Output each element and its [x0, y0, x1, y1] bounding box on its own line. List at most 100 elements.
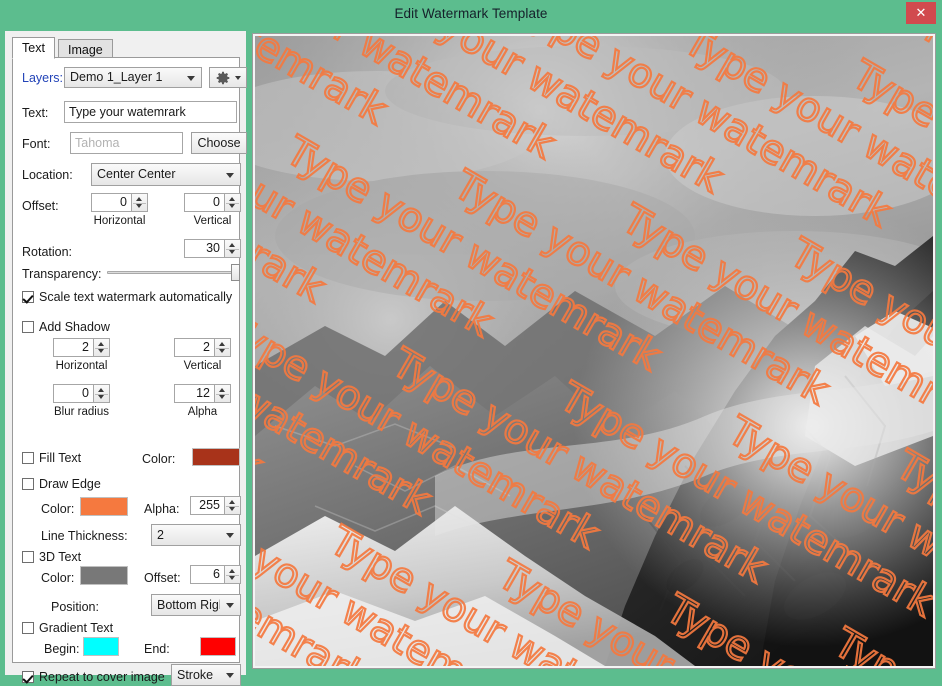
- rotation-value[interactable]: 30: [184, 239, 225, 258]
- preview-photo: [255, 36, 933, 666]
- preview-image-container[interactable]: Type your watemrarkType your watemrarkTy…: [255, 36, 933, 666]
- chevron-down-icon: [226, 603, 234, 608]
- three-d-position-select[interactable]: Bottom Right: [151, 594, 241, 616]
- tab-image[interactable]: Image: [58, 39, 113, 58]
- gear-icon: [216, 71, 230, 85]
- checkbox-icon: [22, 321, 34, 333]
- fill-text-color-label: Color:: [142, 452, 176, 466]
- shadow-blur-spin-buttons[interactable]: [94, 384, 110, 403]
- repeat-mode-value: Stroke: [177, 668, 214, 682]
- text-label: Text:: [22, 106, 49, 120]
- shadow-blur-value[interactable]: 0: [53, 384, 94, 403]
- checkmark-icon: [22, 671, 34, 683]
- transparency-slider-track: [107, 271, 240, 274]
- repeat-mode-select[interactable]: Stroke: [171, 664, 241, 686]
- gradient-end-label: End:: [144, 642, 170, 656]
- rotation-spin-buttons[interactable]: [225, 239, 241, 258]
- shadow-vertical-caption: Vertical: [183, 360, 222, 372]
- offset-horizontal-caption: Horizontal: [93, 215, 146, 227]
- line-thickness-value: 2: [157, 528, 164, 542]
- draw-edge-alpha-value[interactable]: 255: [190, 496, 225, 515]
- window-titlebar: Edit Watermark Template ✕: [0, 0, 942, 28]
- gradient-begin-label: Begin:: [44, 642, 80, 656]
- checkbox-icon: [22, 478, 34, 490]
- offset-vertical-spin-buttons[interactable]: [225, 193, 241, 212]
- chevron-down-icon: [187, 75, 195, 81]
- transparency-slider-thumb[interactable]: [231, 264, 240, 281]
- offset-horizontal-stepper[interactable]: 0: [91, 193, 148, 212]
- three-d-color-label: Color:: [41, 571, 75, 585]
- offset-vertical-stepper[interactable]: 0: [184, 193, 241, 212]
- shadow-horizontal-stepper[interactable]: 2: [53, 338, 110, 357]
- transparency-slider[interactable]: [107, 263, 240, 281]
- draw-edge-alpha-label: Alpha:: [144, 502, 180, 516]
- offset-horizontal-spin-buttons[interactable]: [132, 193, 148, 212]
- draw-edge-label: Draw Edge: [39, 477, 101, 491]
- layers-options-button[interactable]: [209, 67, 247, 88]
- shadow-alpha-stepper[interactable]: 12: [174, 384, 231, 403]
- tab-text[interactable]: Text: [12, 37, 55, 59]
- shadow-alpha-caption: Alpha: [187, 406, 218, 418]
- shadow-vertical-value[interactable]: 2: [174, 338, 215, 357]
- location-select[interactable]: Center Center: [91, 163, 241, 186]
- draw-edge-alpha-stepper[interactable]: 255: [190, 496, 241, 515]
- checkbox-icon: [22, 551, 34, 563]
- shadow-blur-caption: Blur radius: [54, 406, 109, 418]
- shadow-horizontal-spin-buttons[interactable]: [94, 338, 110, 357]
- shadow-horizontal-caption: Horizontal: [55, 360, 108, 372]
- checkmark-icon: [22, 291, 34, 303]
- gradient-end-swatch[interactable]: [200, 637, 236, 656]
- line-thickness-select[interactable]: 2: [151, 524, 241, 546]
- choose-font-button[interactable]: Choose: [191, 132, 247, 154]
- checkbox-icon: [22, 622, 34, 634]
- shadow-alpha-value[interactable]: 12: [174, 384, 215, 403]
- settings-panel: Text Image Layers: Demo 1_Layer 1 Text: …: [5, 31, 247, 686]
- shadow-blur-stepper[interactable]: 0: [53, 384, 110, 403]
- gradient-text-label: Gradient Text: [39, 621, 114, 635]
- offset-horizontal-value[interactable]: 0: [91, 193, 132, 212]
- layers-select-value: Demo 1_Layer 1: [70, 70, 163, 84]
- rotation-label: Rotation:: [22, 245, 73, 259]
- three-d-offset-stepper[interactable]: 6: [190, 565, 241, 584]
- transparency-label: Transparency:: [22, 267, 102, 281]
- three-d-offset-spin-buttons[interactable]: [225, 565, 241, 584]
- scale-auto-label: Scale text watermark automatically: [39, 290, 233, 304]
- chevron-down-icon: [235, 75, 241, 80]
- three-d-offset-value[interactable]: 6: [190, 565, 225, 584]
- layers-select[interactable]: Demo 1_Layer 1: [64, 67, 202, 88]
- shadow-vertical-stepper[interactable]: 2: [174, 338, 231, 357]
- chevron-down-icon: [226, 172, 234, 178]
- fill-text-color-swatch[interactable]: [192, 448, 240, 466]
- location-label: Location:: [22, 168, 73, 182]
- offset-vertical-caption: Vertical: [193, 215, 232, 227]
- font-input[interactable]: [70, 132, 183, 154]
- draw-edge-color-swatch[interactable]: [80, 497, 128, 516]
- rotation-stepper[interactable]: 30: [184, 239, 241, 258]
- draw-edge-color-label: Color:: [41, 502, 75, 516]
- checkbox-icon: [22, 452, 34, 464]
- window-title: Edit Watermark Template: [394, 6, 548, 21]
- three-d-text-label: 3D Text: [39, 550, 82, 564]
- offset-vertical-value[interactable]: 0: [184, 193, 225, 212]
- repeat-cover-label: Repeat to cover image: [39, 670, 165, 684]
- line-thickness-label: Line Thickness:: [41, 529, 128, 543]
- draw-edge-alpha-spin-buttons[interactable]: [225, 496, 241, 515]
- close-button[interactable]: ✕: [906, 2, 936, 24]
- chevron-down-icon: [226, 673, 234, 678]
- shadow-alpha-spin-buttons[interactable]: [215, 384, 231, 403]
- preview-panel: Type your watemrarkType your watemrarkTy…: [252, 33, 936, 669]
- three-d-color-swatch[interactable]: [80, 566, 128, 585]
- chevron-down-icon: [226, 533, 234, 538]
- location-select-value: Center Center: [97, 167, 176, 181]
- watermark-text-input[interactable]: [64, 101, 237, 123]
- offset-label: Offset:: [22, 199, 59, 213]
- tabstrip: Text Image: [12, 37, 240, 59]
- three-d-position-label: Position:: [51, 600, 99, 614]
- shadow-horizontal-value[interactable]: 2: [53, 338, 94, 357]
- font-label: Font:: [22, 137, 51, 151]
- shadow-vertical-spin-buttons[interactable]: [215, 338, 231, 357]
- three-d-offset-label: Offset:: [144, 571, 181, 585]
- gradient-begin-swatch[interactable]: [83, 637, 119, 656]
- three-d-position-value: Bottom Right: [157, 598, 220, 612]
- layers-label: Layers:: [22, 71, 63, 85]
